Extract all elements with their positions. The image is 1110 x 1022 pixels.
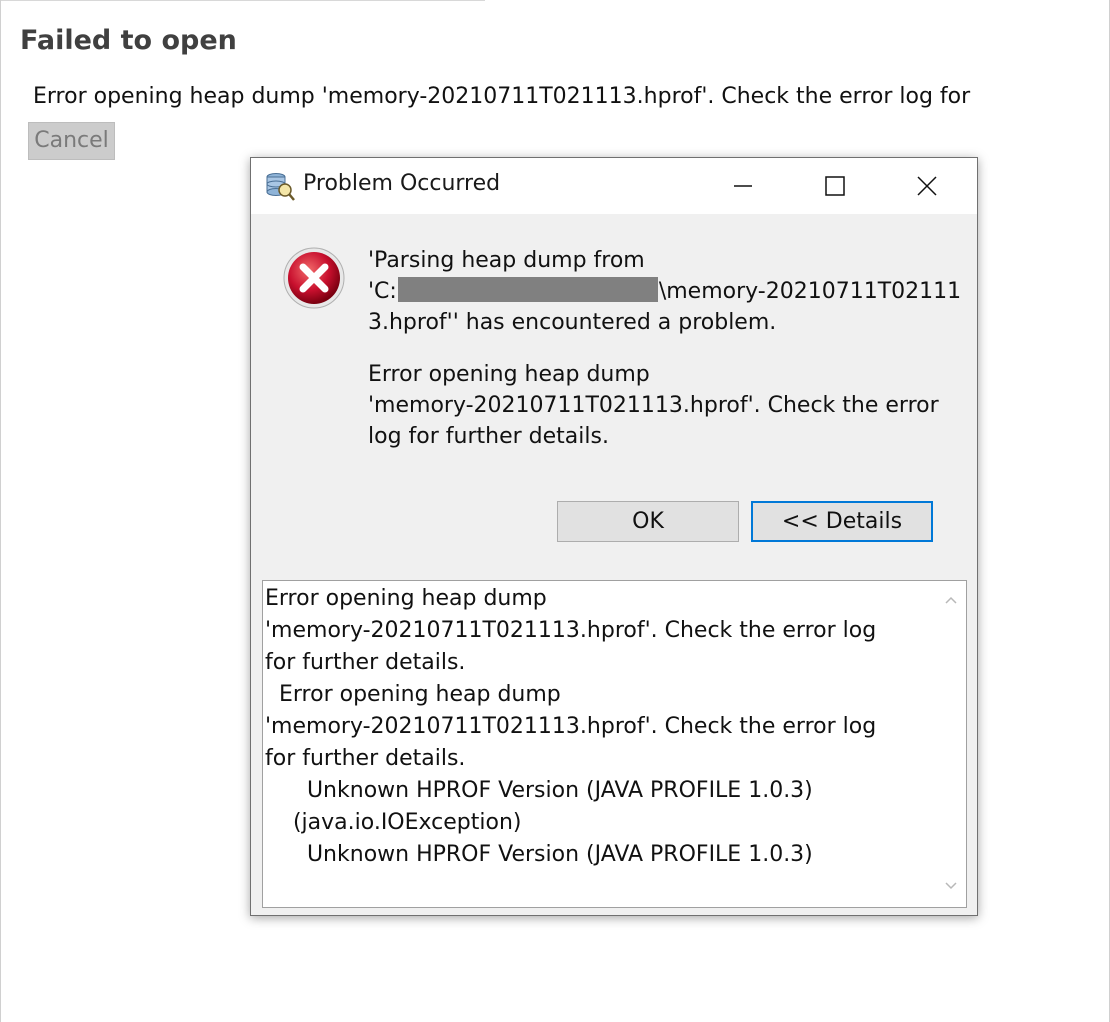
background-page: Failed to open Error opening heap dump '… bbox=[0, 0, 1110, 1022]
scroll-up-icon bbox=[945, 596, 957, 604]
details-line: Unknown HPROF Version (JAVA PROFILE 1.0.… bbox=[265, 778, 813, 803]
details-line: for further details. bbox=[265, 650, 466, 675]
cancel-button[interactable]: Cancel bbox=[28, 122, 115, 160]
problem-dialog: Problem Occurred 'Parsing heap dump from… bbox=[250, 157, 978, 916]
details-line: (java.io.IOException) bbox=[265, 810, 522, 835]
details-line: for further details. bbox=[265, 746, 466, 771]
error-icon bbox=[282, 246, 346, 310]
problem-message-line: 3.hprof'' has encountered a problem. bbox=[368, 310, 777, 335]
problem-message-line: 'Parsing heap dump from bbox=[368, 248, 645, 273]
minimize-button[interactable] bbox=[697, 158, 789, 214]
detail-message-line: log for further details. bbox=[368, 424, 609, 449]
scroll-down-icon bbox=[945, 882, 957, 890]
details-button[interactable]: << Details bbox=[751, 501, 933, 542]
details-line: 'memory-20210711T021113.hprof'. Check th… bbox=[265, 618, 877, 643]
path-suffix: \memory-20210711T02111 bbox=[658, 279, 962, 304]
problem-message: 'Parsing heap dump from 'C: \memory-20210… bbox=[368, 245, 968, 338]
details-line: 'memory-20210711T021113.hprof'. Check th… bbox=[265, 714, 877, 739]
details-scrollbar[interactable] bbox=[936, 581, 966, 907]
error-detail-message: Error opening heap dump 'memory-20210711… bbox=[368, 359, 968, 452]
top-divider bbox=[1, 0, 485, 1]
close-icon bbox=[917, 176, 937, 196]
detail-message-line: Error opening heap dump bbox=[368, 362, 650, 387]
problem-message-line: 'C: \memory-20210711T02111 bbox=[368, 276, 968, 307]
app-icon bbox=[264, 170, 296, 202]
path-prefix: 'C: bbox=[368, 279, 397, 304]
details-content: Error opening heap dump 'memory-20210711… bbox=[265, 583, 935, 871]
details-line: Unknown HPROF Version (JAVA PROFILE 1.0.… bbox=[265, 842, 813, 867]
maximize-button[interactable] bbox=[789, 158, 881, 214]
dialog-titlebar[interactable]: Problem Occurred bbox=[251, 158, 977, 214]
redacted-path bbox=[397, 277, 658, 302]
maximize-icon bbox=[825, 176, 845, 196]
detail-message-line: 'memory-20210711T021113.hprof'. Check th… bbox=[368, 393, 939, 418]
ok-button[interactable]: OK bbox=[557, 501, 739, 542]
page-title: Failed to open bbox=[20, 25, 237, 56]
details-textarea[interactable]: Error opening heap dump 'memory-20210711… bbox=[262, 580, 967, 908]
dialog-title: Problem Occurred bbox=[303, 171, 501, 196]
close-button[interactable] bbox=[881, 158, 973, 214]
minimize-icon bbox=[734, 185, 752, 187]
error-message: Error opening heap dump 'memory-20210711… bbox=[33, 84, 971, 109]
details-line: Error opening heap dump bbox=[265, 586, 547, 611]
details-line: Error opening heap dump bbox=[265, 682, 561, 707]
